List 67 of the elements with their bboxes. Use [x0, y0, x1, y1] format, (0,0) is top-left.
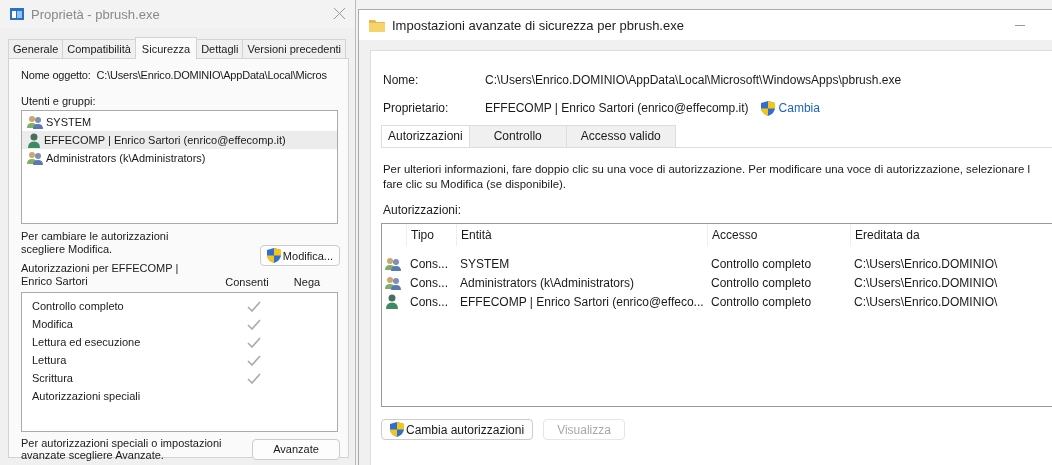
column-header[interactable]: Entità	[456, 224, 707, 246]
tab[interactable]: Generale	[8, 39, 64, 58]
field-label: Nome oggetto:	[21, 69, 91, 81]
table-cell-text: C:\Users\Enrico.DOMINIO\	[853, 294, 999, 309]
permission-name: Lettura	[32, 354, 68, 366]
user-group-icon	[27, 151, 43, 165]
folder-icon	[369, 18, 385, 32]
column-header[interactable]: Accesso	[707, 224, 850, 246]
column-header: Consenti	[224, 276, 270, 288]
action-button[interactable]: Cambia autorizzazioni	[381, 419, 534, 440]
shield-icon	[390, 422, 404, 437]
close-icon[interactable]	[334, 8, 345, 19]
list-item[interactable]: EFFECOMP | Enrico Sartori (enrico@effecomp.it)	[22, 131, 337, 149]
edit-button[interactable]: Modifica...	[259, 245, 340, 266]
permission-name: Scrittura	[32, 372, 74, 384]
section-label: Autorizzazioni per EFFECOMP | Enrico Sartori	[21, 262, 180, 288]
object-name: C:\Users\Enrico.DOMINIO\AppData\Local\Micros	[96, 69, 327, 81]
table-cell-text: Cons...	[409, 275, 449, 290]
advanced-button[interactable]: Avanzate	[252, 438, 340, 460]
window-title: Impostazioni avanzate di sicurezza per pbrush.exe	[392, 17, 684, 33]
owner-name: EFFECOMP | Enrico Sartori (enrico@effecomp.it)	[485, 101, 749, 115]
list-item[interactable]: SYSTEM	[22, 113, 337, 131]
tab[interactable]: Controllo	[468, 125, 567, 147]
user-group-icon	[385, 256, 401, 271]
user-icon	[27, 132, 41, 148]
tab[interactable]: Sicurezza	[134, 37, 198, 59]
hint-text: Per cambiare le autorizzazioni scegliere Modifica.	[21, 230, 170, 256]
tab[interactable]: Autorizzazioni	[381, 125, 470, 147]
column-header: Nega	[292, 276, 322, 288]
table-cell-text: Administrators (k\Administrators)	[459, 275, 636, 290]
tab[interactable]: Dettagli	[196, 39, 244, 58]
permission-name: Controllo completo	[32, 300, 125, 312]
tab[interactable]: Accesso valido	[565, 125, 676, 147]
table-cell-text: Controllo completo	[710, 256, 813, 271]
column-header[interactable]: Ereditata da	[850, 224, 1052, 246]
column-header[interactable]: Tipo	[406, 224, 456, 246]
shield-icon	[760, 100, 775, 116]
user-group-icon	[27, 115, 43, 129]
table-cell-text: Cons...	[409, 294, 449, 309]
permission-name: Modifica	[32, 318, 74, 330]
info-text: fare clic su Modifica (se disponibile).	[383, 177, 567, 192]
field-label: Nome:	[383, 73, 420, 87]
table-cell-text: C:\Users\Enrico.DOMINIO\	[853, 256, 999, 271]
permission-name: Autorizzazioni speciali	[32, 390, 142, 402]
tab[interactable]: Versioni precedenti	[242, 39, 346, 58]
change-link[interactable]: Cambia	[778, 101, 820, 115]
table-cell-text: C:\Users\Enrico.DOMINIO\	[853, 275, 999, 290]
table-cell-text: EFFECOMP | Enrico Sartori (enrico@effeco...	[459, 294, 705, 309]
hint-text: Per autorizzazioni speciali o impostazioni avanzate scegliere Avanzate.	[21, 437, 223, 461]
section-label: Utenti e gruppi:	[21, 95, 97, 107]
window-icon	[10, 8, 24, 20]
section-label: Autorizzazioni:	[383, 203, 463, 217]
table-cell-text: Cons...	[409, 256, 449, 271]
field-label: Proprietario:	[383, 101, 450, 115]
permission-name: Lettura ed esecuzione	[32, 336, 142, 348]
user-icon	[385, 294, 399, 309]
table-cell-text: SYSTEM	[459, 256, 511, 271]
table-cell-text: Controllo completo	[710, 275, 813, 290]
info-text: Per ulteriori informazioni, fare doppio clic su una voce di autorizzazione. Per modificare una voce di autorizzazione, selezionare l	[383, 162, 1032, 177]
user-group-icon	[385, 275, 401, 290]
table-cell-text: Controllo completo	[710, 294, 813, 309]
shield-icon	[266, 248, 281, 263]
list-item[interactable]: Administrators (k\Administrators)	[22, 149, 337, 167]
file-path: C:\Users\Enrico.DOMINIO\AppData\Local\Microsoft\WindowsApps\pbrush.exe	[485, 73, 902, 87]
window-title: Proprietà - pbrush.exe	[31, 6, 160, 22]
minimize-icon[interactable]	[1015, 25, 1025, 27]
tab[interactable]: Compatibilità	[62, 39, 136, 58]
